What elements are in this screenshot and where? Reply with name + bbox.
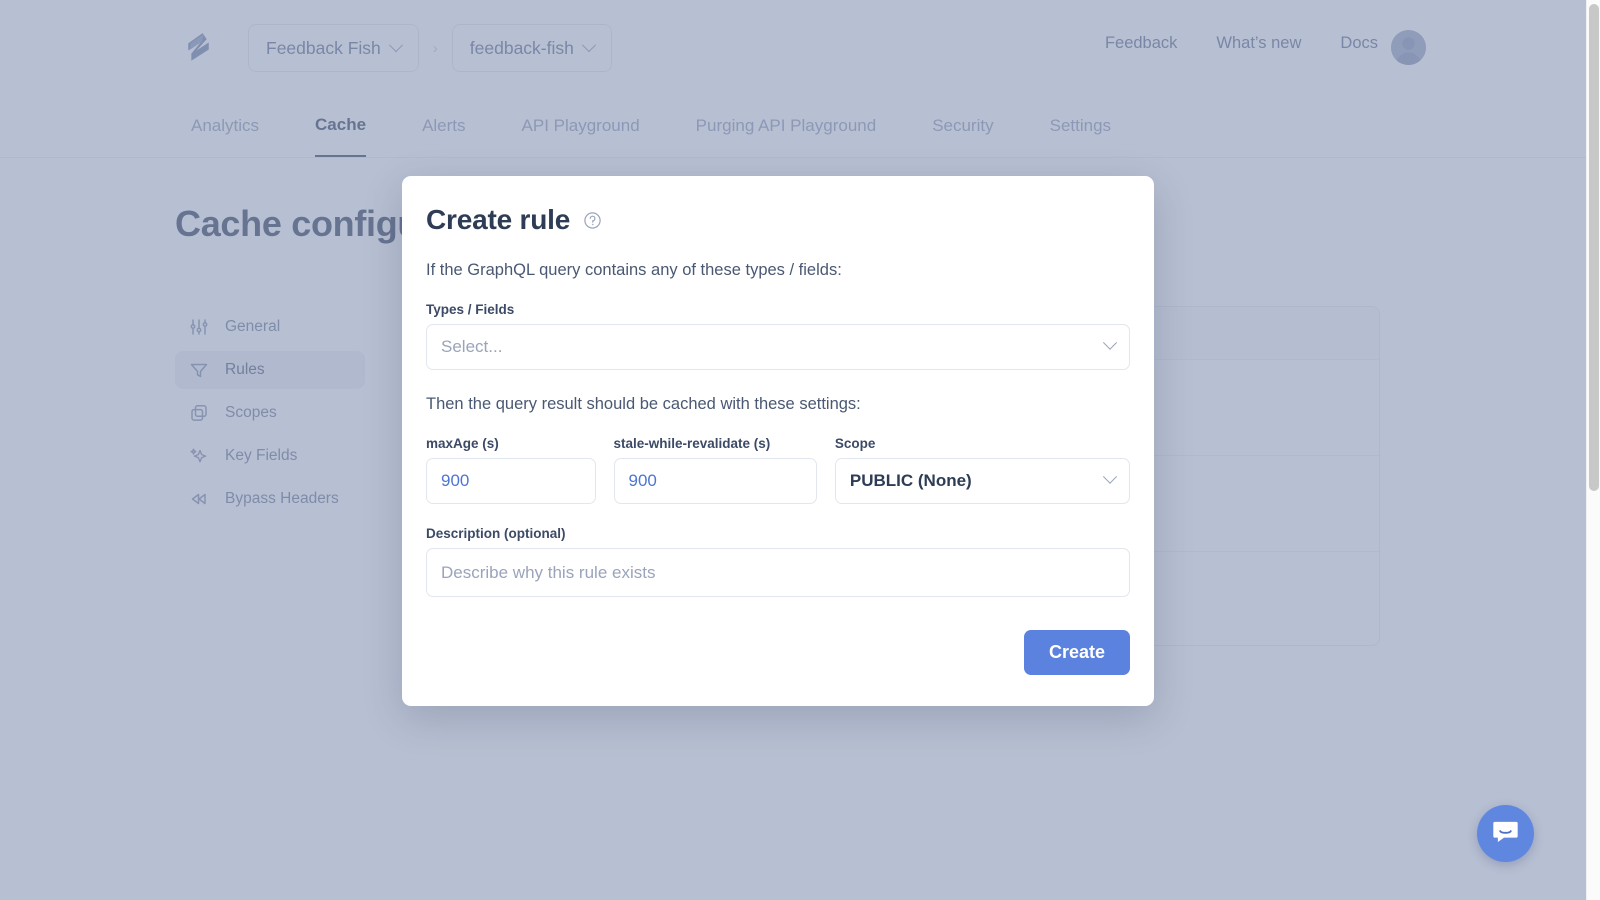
vertical-scrollbar[interactable] xyxy=(1586,0,1600,900)
max-age-label: maxAge (s) xyxy=(426,436,596,451)
app-root: Feedback Fish › feedback-fish Feedback W… xyxy=(0,0,1600,900)
max-age-group: maxAge (s) 900 xyxy=(426,414,596,504)
description-value: Describe why this rule exists xyxy=(441,563,655,583)
stale-while-revalidate-group: stale-while-revalidate (s) 900 xyxy=(614,414,817,504)
scope-label: Scope xyxy=(835,436,1130,451)
question-circle-icon[interactable] xyxy=(583,211,602,230)
intercom-launcher-button[interactable] xyxy=(1477,805,1534,862)
scrollbar-thumb[interactable] xyxy=(1589,4,1599,491)
types-fields-label: Types / Fields xyxy=(426,302,1130,317)
chat-bubble-icon xyxy=(1491,817,1520,851)
dialog-title: Create rule xyxy=(426,204,570,236)
create-button[interactable]: Create xyxy=(1024,630,1130,675)
condition-text: If the GraphQL query contains any of the… xyxy=(426,261,1130,280)
dialog-footer: Create xyxy=(426,630,1130,675)
scope-select[interactable]: PUBLIC (None) xyxy=(835,458,1130,504)
scope-group: Scope PUBLIC (None) xyxy=(835,414,1130,504)
types-fields-value: Select... xyxy=(441,337,502,357)
chevron-down-icon xyxy=(1103,470,1117,484)
max-age-value: 900 xyxy=(441,471,469,491)
cache-settings-row: maxAge (s) 900 stale-while-revalidate (s… xyxy=(426,414,1130,504)
max-age-input[interactable]: 900 xyxy=(426,458,596,504)
stale-while-revalidate-input[interactable]: 900 xyxy=(614,458,817,504)
result-text: Then the query result should be cached w… xyxy=(426,395,1130,414)
dialog-header: Create rule xyxy=(426,204,1130,236)
description-label: Description (optional) xyxy=(426,526,1130,541)
stale-while-revalidate-value: 900 xyxy=(629,471,657,491)
scope-value: PUBLIC (None) xyxy=(850,471,972,491)
create-rule-dialog: Create rule If the GraphQL query contain… xyxy=(402,176,1154,706)
stale-while-revalidate-label: stale-while-revalidate (s) xyxy=(614,436,817,451)
chevron-down-icon xyxy=(1103,336,1117,350)
description-input[interactable]: Describe why this rule exists xyxy=(426,548,1130,597)
types-fields-select[interactable]: Select... xyxy=(426,324,1130,370)
